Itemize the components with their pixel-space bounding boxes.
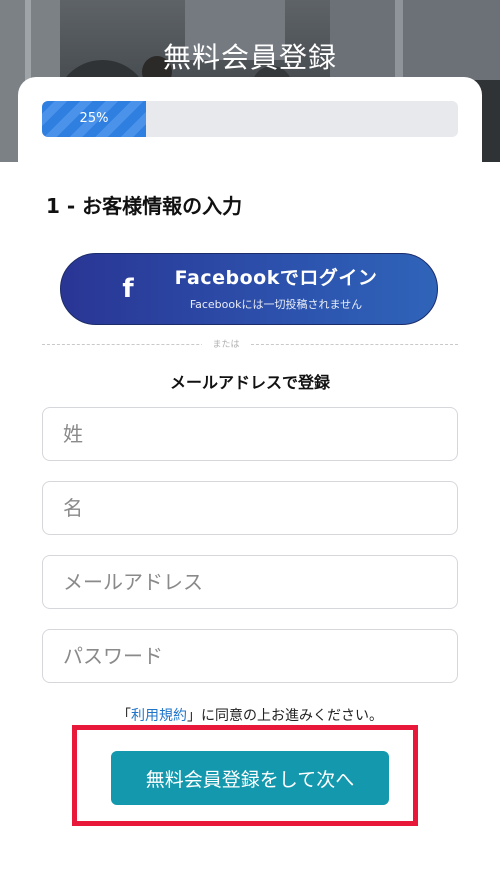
first-name-input[interactable] [42, 481, 458, 535]
terms-notice: 「利用規約」に同意の上お進みください。 [18, 705, 482, 725]
divider [42, 344, 458, 345]
terms-link[interactable]: 利用規約 [131, 708, 187, 724]
terms-open-quote: 「 [117, 708, 131, 724]
email-input[interactable] [42, 555, 458, 609]
facebook-login-label: Facebookでログイン [174, 267, 378, 289]
last-name-input[interactable] [42, 407, 458, 461]
terms-text: 」に同意の上お進みください。 [187, 708, 383, 724]
divider-label: または [202, 337, 250, 350]
step-title: 1 - お客様情報の入力 [46, 194, 243, 218]
page-title: 無料会員登録 [162, 41, 337, 74]
highlight-box [72, 725, 418, 826]
password-input[interactable] [42, 629, 458, 683]
progress-label: 25% [79, 111, 109, 126]
email-section-title: メールアドレスで登録 [169, 373, 330, 392]
facebook-login-sublabel: Facebookには一切投稿されません [189, 298, 363, 311]
facebook-login-button[interactable]: f Facebookでログイン Facebookには一切投稿されません [60, 253, 438, 325]
facebook-icon: f [122, 274, 134, 304]
progress-bar: 25% [42, 101, 458, 137]
